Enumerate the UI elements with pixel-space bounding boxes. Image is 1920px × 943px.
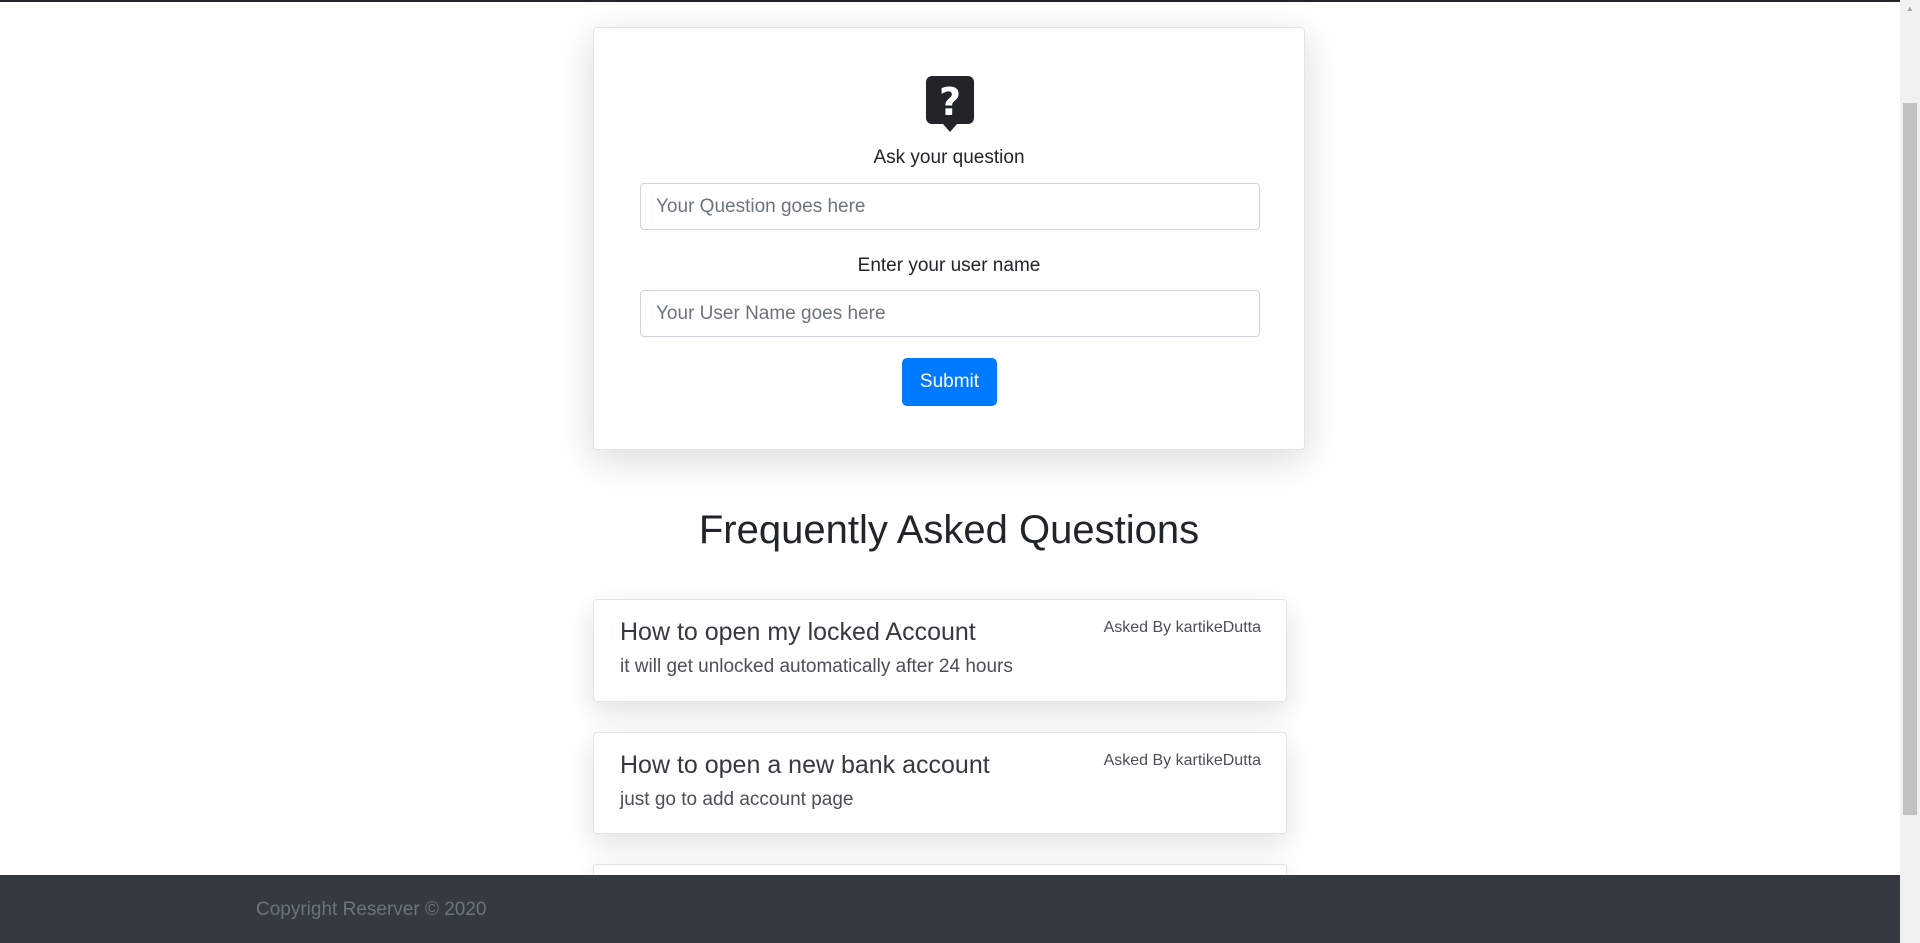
page: ? Ask your question Enter your user name… — [0, 0, 1900, 943]
scrollbar-thumb[interactable] — [1903, 103, 1917, 815]
faq-item[interactable]: How to open my locked Account Asked By k… — [593, 599, 1287, 702]
faq-heading: Frequently Asked Questions — [698, 508, 1200, 552]
copyright-text: Copyright Reserver © 2020 — [256, 899, 487, 920]
username-input[interactable] — [640, 290, 1260, 337]
scroll-up-arrow-icon[interactable]: ▲ — [1900, 0, 1920, 17]
question-label: Ask your question — [873, 147, 1025, 168]
faq-asked-by: Asked By kartikeDutta — [1103, 619, 1261, 636]
faq-question: How to open a new bank account — [620, 751, 990, 779]
faq-asked-by: Asked By kartikeDutta — [1103, 752, 1261, 769]
footer: Copyright Reserver © 2020 — [0, 875, 1900, 943]
question-input[interactable] — [640, 183, 1260, 230]
faq-item[interactable]: How to open a new bank account Asked By … — [593, 732, 1287, 834]
faq-answer: just go to add account page — [620, 789, 854, 810]
svg-text:?: ? — [939, 80, 961, 124]
ask-question-card: ? Ask your question Enter your user name… — [593, 27, 1305, 450]
faq-question: How to open my locked Account — [620, 618, 976, 646]
faq-answer: it will get unlocked automatically after… — [620, 656, 1013, 677]
question-bubble-icon: ? — [926, 76, 974, 132]
submit-button[interactable]: Submit — [902, 358, 997, 406]
top-border — [0, 0, 1900, 2]
vertical-scrollbar[interactable]: ▲ — [1900, 0, 1920, 943]
username-label: Enter your user name — [857, 255, 1041, 276]
